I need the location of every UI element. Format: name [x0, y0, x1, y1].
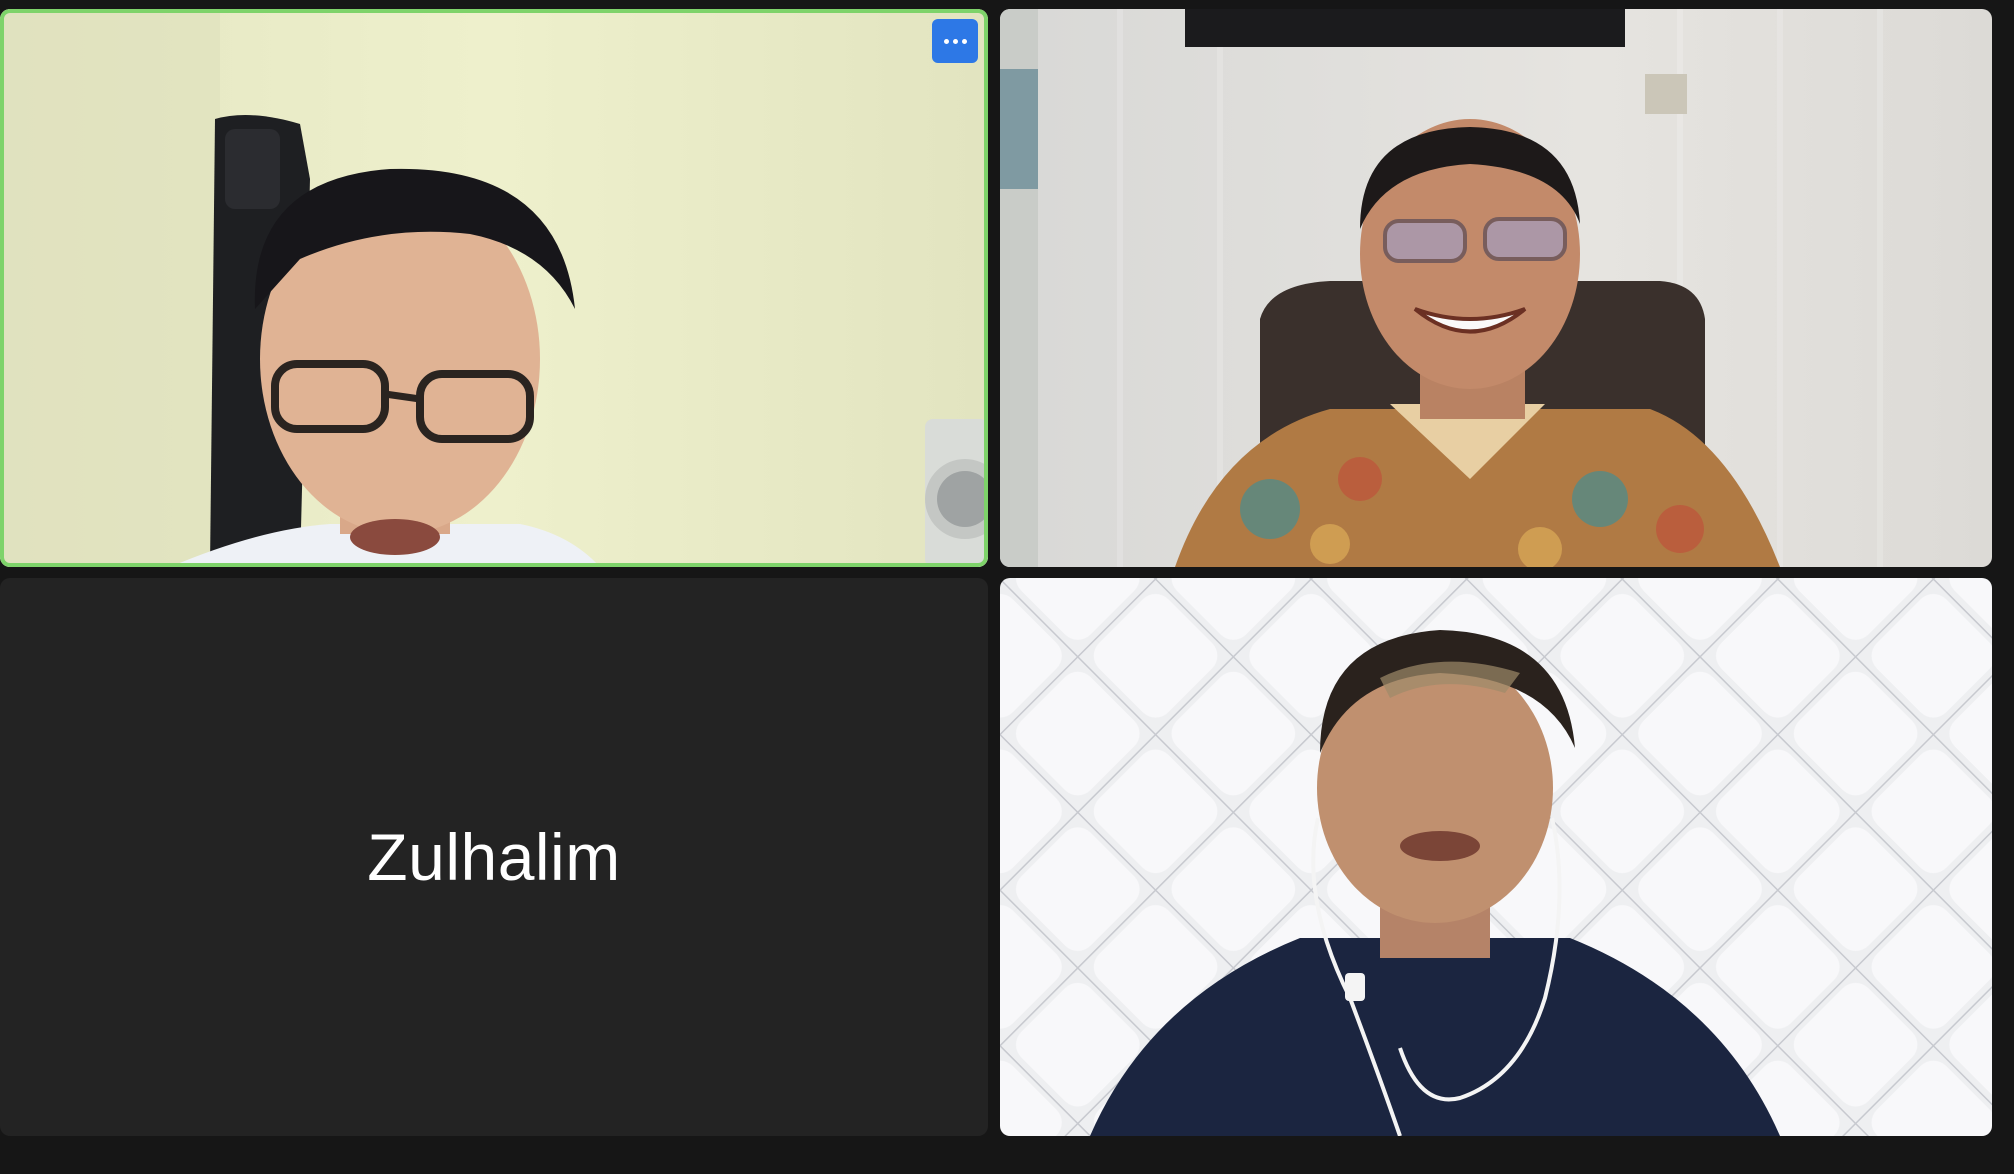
participant-video-tile[interactable] — [1000, 578, 1992, 1136]
participant-name-tile[interactable]: Zulhalim — [0, 578, 988, 1136]
participant-name: Zulhalim — [367, 820, 621, 894]
participant-video-feed — [1000, 9, 1992, 567]
participant-video-tile[interactable] — [1000, 9, 1992, 567]
ellipsis-icon — [943, 38, 949, 44]
more-options-button[interactable] — [932, 19, 978, 63]
video-gallery: Zulhalim — [0, 0, 2014, 1174]
participant-video-feed — [0, 9, 988, 567]
participant-video-feed — [1000, 578, 1992, 1136]
participant-video-tile[interactable] — [0, 9, 988, 567]
